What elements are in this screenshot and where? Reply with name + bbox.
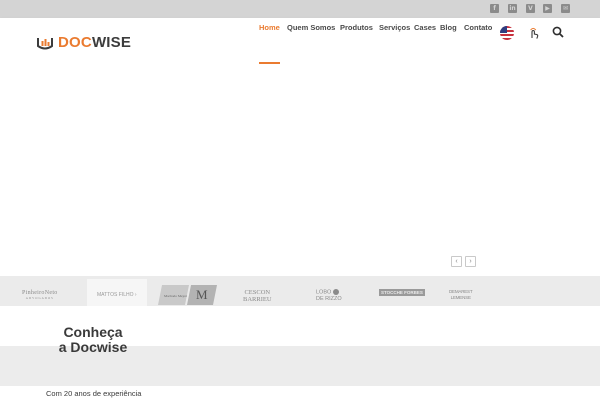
site-header: DOCWISE Home Quem Somos Produtos Serviço… [0, 18, 600, 64]
vimeo-glyph: V [528, 4, 533, 12]
lobo-text: LOBO [316, 289, 332, 296]
cescon-text: CESCON [244, 289, 271, 296]
cescon-barrieu-logo[interactable]: CESCON BARRIEU [243, 289, 272, 303]
docwise-logo[interactable]: DOCWISE [36, 34, 131, 51]
nav-cases[interactable]: Cases [414, 23, 436, 32]
m-monogram-logo[interactable]: M [187, 285, 217, 305]
email-icon[interactable]: ✉ [561, 4, 570, 13]
mattos-filho-logo[interactable]: MATTOS FILHO › [97, 292, 137, 298]
machado-meyer-text: Machado Meyer [164, 294, 188, 298]
facebook-icon[interactable]: f [490, 4, 499, 13]
nav-home[interactable]: Home [259, 23, 280, 32]
m-monogram-text: M [196, 287, 208, 302]
youtube-icon[interactable]: ▶ [543, 4, 552, 13]
lobo-de-rizzo-logo[interactable]: LOBO DE RIZZO [316, 289, 342, 302]
us-flag-icon[interactable] [500, 26, 514, 40]
linkedin-icon[interactable]: in [508, 4, 517, 13]
slider-next-button[interactable]: › [465, 256, 476, 267]
top-social-bar: f in V ▶ ✉ [0, 0, 600, 18]
docwise-logo-icon [37, 37, 53, 49]
about-title: Conheça a Docwise [58, 324, 128, 355]
slider-prev-button[interactable]: ‹ [451, 256, 462, 267]
logo-doc-text: DOC [58, 34, 92, 51]
hero-slider [0, 64, 600, 276]
user-touch-icon[interactable] [527, 26, 541, 40]
about-subtitle: Com 20 anos de experiência [46, 389, 142, 398]
demarest-logo[interactable]: DEMAREST LEMENSE [449, 289, 473, 300]
lobo-dot-icon [332, 289, 339, 295]
nav-produtos[interactable]: Produtos [340, 23, 373, 32]
pinheiro-neto-logo[interactable]: PinheiroNeto ADVOGADOS [22, 290, 58, 300]
barrieu-text: BARRIEU [243, 296, 272, 303]
logo-wordmark: DOCWISE [58, 34, 131, 51]
email-glyph: ✉ [562, 4, 569, 12]
linkedin-glyph: in [509, 4, 516, 12]
de-rizzo-text: DE RIZZO [316, 295, 342, 302]
nav-servicos[interactable]: Serviços [379, 23, 410, 32]
nav-contato[interactable]: Contato [464, 23, 492, 32]
logo-wise-text: WISE [91, 34, 132, 51]
demarest-sub-text: LEMENSE [450, 294, 471, 300]
pinheiro-neto-sub: ADVOGADOS [25, 296, 54, 300]
nav-blog[interactable]: Blog [440, 23, 457, 32]
search-icon[interactable] [552, 25, 564, 38]
vimeo-icon[interactable]: V [526, 4, 535, 13]
nav-quem-somos[interactable]: Quem Somos [287, 23, 335, 32]
facebook-glyph: f [493, 4, 496, 12]
demarest-text: DEMAREST [449, 289, 473, 294]
stocche-forbes-logo[interactable]: STOCCHE FORBES [379, 289, 425, 296]
youtube-glyph: ▶ [545, 4, 550, 12]
machado-meyer-logo[interactable]: Machado Meyer [158, 285, 189, 305]
